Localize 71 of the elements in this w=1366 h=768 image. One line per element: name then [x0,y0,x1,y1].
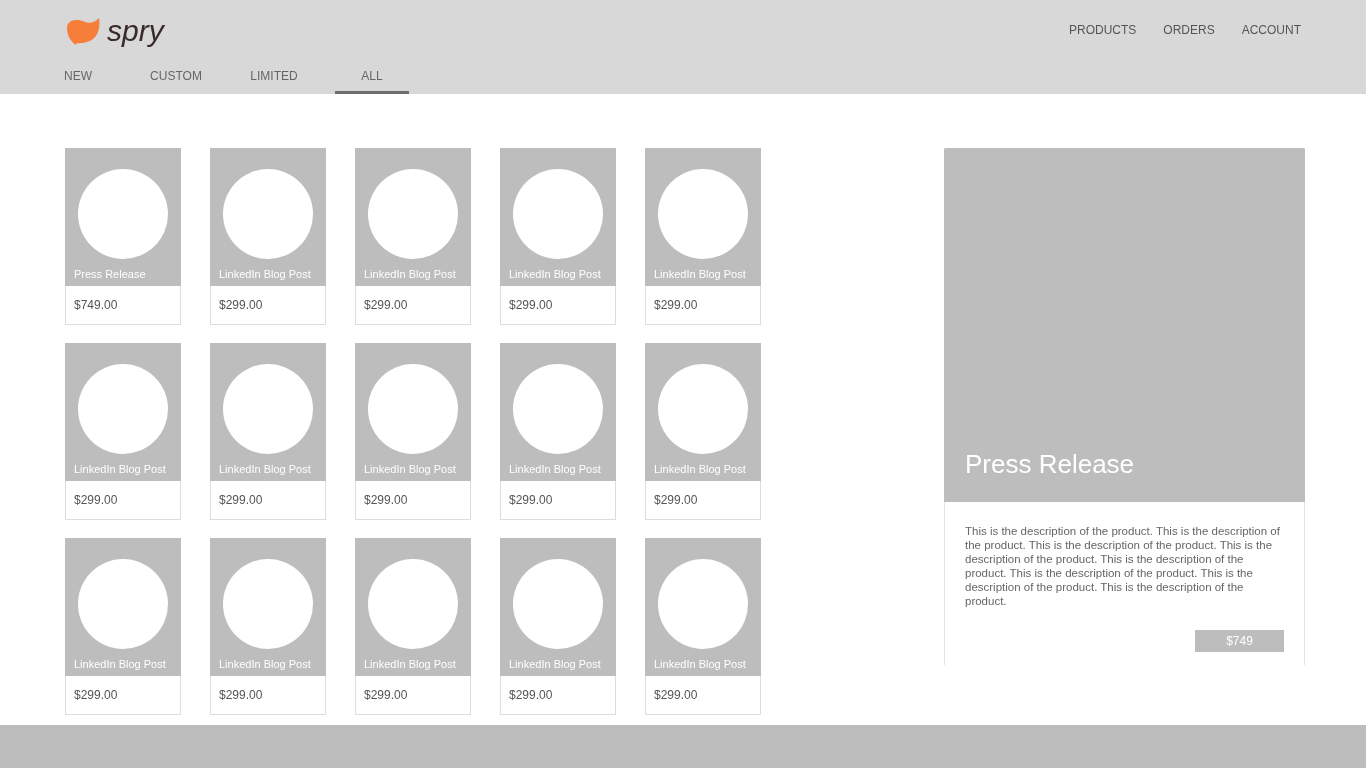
placeholder-circle-icon [78,364,168,454]
product-name: Press Release [74,268,146,280]
product-name: LinkedIn Blog Post [364,268,456,280]
placeholder-circle-icon [658,169,748,259]
placeholder-circle-icon [368,364,458,454]
product-card[interactable]: LinkedIn Blog Post $299.00 [645,343,761,520]
category-tab[interactable]: CUSTOM [139,60,213,94]
product-card[interactable]: Press Release $749.00 [65,148,181,325]
product-card[interactable]: LinkedIn Blog Post $299.00 [210,343,326,520]
product-price: $299.00 [509,298,553,312]
product-price: $299.00 [219,298,263,312]
placeholder-circle-icon [658,559,748,649]
placeholder-circle-icon [513,559,603,649]
product-card[interactable]: LinkedIn Blog Post $299.00 [500,148,616,325]
product-price: $299.00 [364,298,408,312]
placeholder-circle-icon [368,169,458,259]
product-card[interactable]: LinkedIn Blog Post $299.00 [210,538,326,715]
product-price: $299.00 [219,493,263,507]
category-tab[interactable]: NEW [41,60,115,94]
product-name: LinkedIn Blog Post [654,463,746,475]
product-card[interactable]: LinkedIn Blog Post $299.00 [645,538,761,715]
product-card[interactable]: LinkedIn Blog Post $299.00 [210,148,326,325]
product-price: $299.00 [364,688,408,702]
product-card[interactable]: LinkedIn Blog Post $299.00 [355,538,471,715]
product-price: $299.00 [654,493,698,507]
product-name: LinkedIn Blog Post [509,658,601,670]
product-name: LinkedIn Blog Post [219,658,311,670]
product-price: $299.00 [364,493,408,507]
product-name: LinkedIn Blog Post [74,463,166,475]
product-card[interactable]: LinkedIn Blog Post $299.00 [65,343,181,520]
product-card[interactable]: LinkedIn Blog Post $299.00 [500,343,616,520]
detail-title: Press Release [965,449,1135,480]
product-name: LinkedIn Blog Post [219,463,311,475]
product-name: LinkedIn Blog Post [654,658,746,670]
product-name: LinkedIn Blog Post [219,268,311,280]
product-card[interactable]: LinkedIn Blog Post $299.00 [645,148,761,325]
placeholder-circle-icon [513,169,603,259]
product-card[interactable]: LinkedIn Blog Post $299.00 [65,538,181,715]
product-price: $299.00 [509,688,553,702]
product-description: This is the description of the product. This is the description of the product. This is the description of the product. This is the description of the product. This is the description of the product. This is the description of the product. This is the description of the product. This is the description of the product. [965,524,1281,608]
product-price: $299.00 [654,298,698,312]
logo-text: spry [107,14,164,48]
category-tab[interactable]: ALL [335,60,409,94]
category-tab[interactable]: LIMITED [237,60,311,94]
product-name: LinkedIn Blog Post [509,268,601,280]
nav-link[interactable]: ACCOUNT [1241,23,1301,37]
product-name: LinkedIn Blog Post [364,463,456,475]
fox-logo-icon [65,16,101,46]
placeholder-circle-icon [368,559,458,649]
placeholder-circle-icon [513,364,603,454]
product-price: $299.00 [219,688,263,702]
nav-link[interactable]: PRODUCTS [1068,23,1137,37]
product-price: $299.00 [654,688,698,702]
product-price: $299.00 [74,688,118,702]
product-price: $749.00 [74,298,118,312]
product-name: LinkedIn Blog Post [364,658,456,670]
placeholder-circle-icon [78,169,168,259]
product-card[interactable]: LinkedIn Blog Post $299.00 [500,538,616,715]
product-name: LinkedIn Blog Post [509,463,601,475]
nav-link[interactable]: ORDERS [1163,23,1215,37]
product-card[interactable]: LinkedIn Blog Post $299.00 [355,343,471,520]
placeholder-circle-icon [223,559,313,649]
product-card[interactable]: LinkedIn Blog Post $299.00 [355,148,471,325]
placeholder-circle-icon [223,169,313,259]
product-price: $299.00 [509,493,553,507]
product-name: LinkedIn Blog Post [74,658,166,670]
placeholder-circle-icon [78,559,168,649]
placeholder-circle-icon [658,364,748,454]
placeholder-circle-icon [223,364,313,454]
product-price: $299.00 [74,493,118,507]
product-name: LinkedIn Blog Post [654,268,746,280]
